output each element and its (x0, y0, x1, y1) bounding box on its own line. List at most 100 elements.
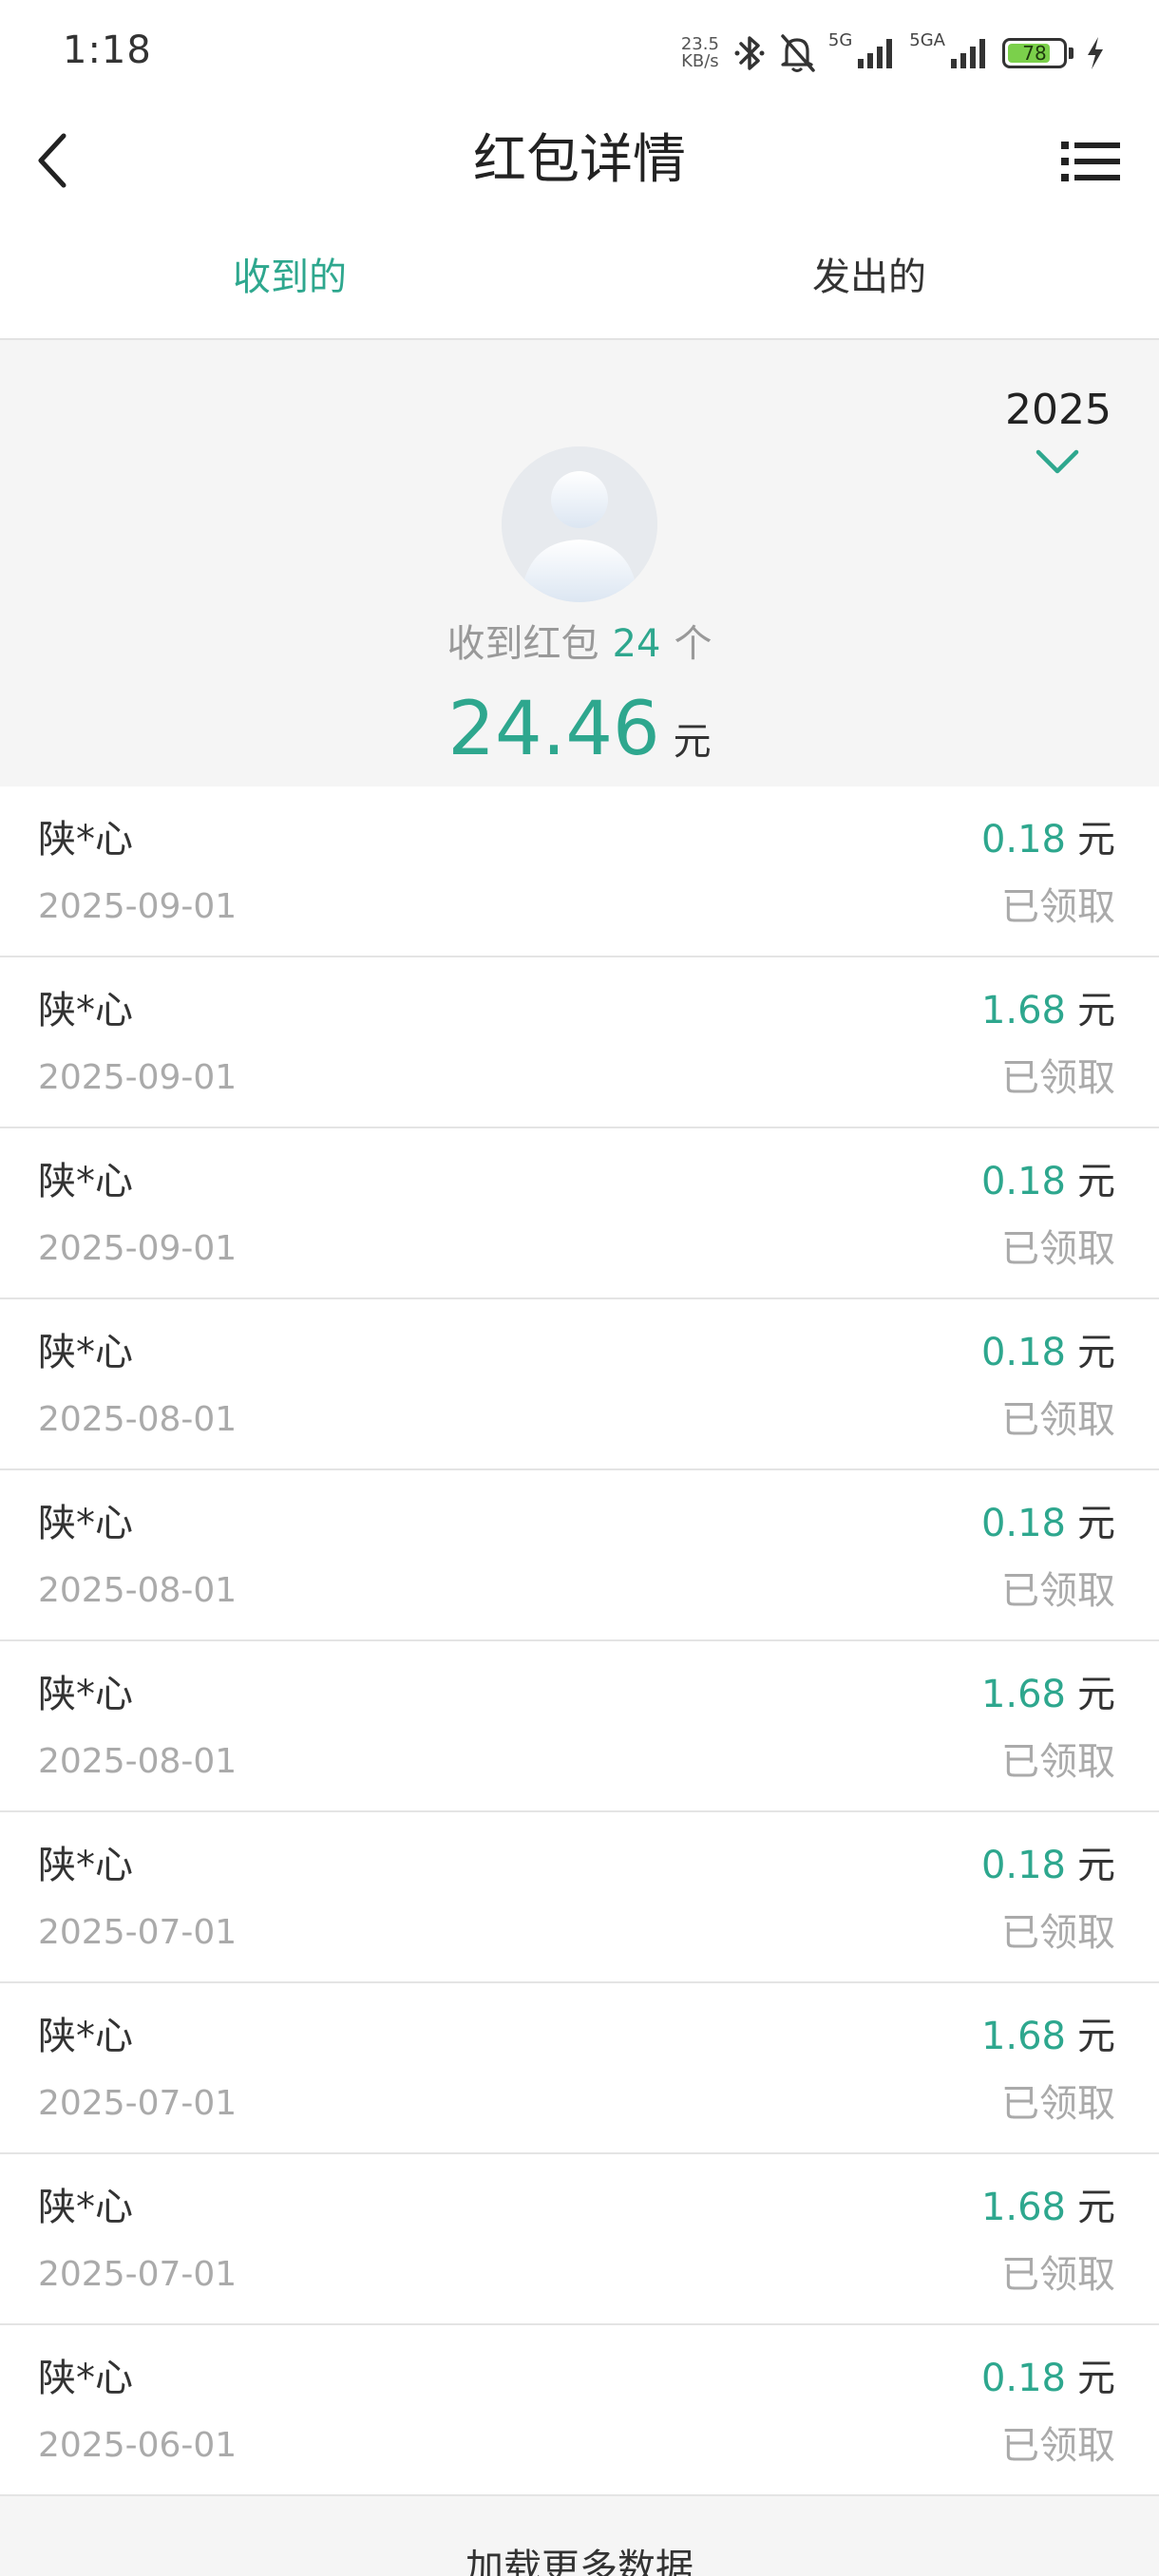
list-item[interactable]: 陕*心 2025-08-01 1.68 元 已领取 (0, 1641, 1159, 1812)
received-total-unit: 元 (673, 720, 712, 764)
record-status: 已领取 (1001, 1398, 1115, 1442)
record-date: 2025-07-01 (38, 2084, 238, 2123)
menu-button[interactable] (1060, 133, 1121, 190)
list-item[interactable]: 陕*心 2025-08-01 0.18 元 已领取 (0, 1299, 1159, 1470)
amount-value: 0.18 (980, 1160, 1066, 1203)
record-amount: 0.18 元 (981, 1497, 1115, 1558)
record-amount: 0.18 元 (981, 1155, 1115, 1216)
tab-bar: 收到的 发出的 (0, 218, 1159, 340)
record-status: 已领取 (1001, 1740, 1115, 1784)
list-item[interactable]: 陕*心 2025-08-01 0.18 元 已领取 (0, 1470, 1159, 1641)
amount-value: 0.18 (980, 1502, 1066, 1545)
received-count: 收到红包 24 个 (0, 616, 1159, 672)
amount-unit: 元 (1077, 1331, 1115, 1374)
record-date: 2025-06-01 (38, 2426, 238, 2465)
list-item[interactable]: 陕*心 2025-09-01 0.18 元 已领取 (0, 786, 1159, 957)
record-status: 已领取 (1001, 1227, 1115, 1271)
list-item[interactable]: 陕*心 2025-07-01 0.18 元 已领取 (0, 1812, 1159, 1983)
tab-sent[interactable]: 发出的 (580, 218, 1159, 338)
amount-value: 1.68 (980, 989, 1066, 1032)
list-item[interactable]: 陕*心 2025-09-01 0.18 元 已领取 (0, 1128, 1159, 1299)
record-date: 2025-09-01 (38, 1229, 238, 1268)
record-amount: 1.68 元 (981, 984, 1115, 1045)
list-menu-icon (1061, 142, 1120, 181)
amount-unit: 元 (1077, 2015, 1115, 2058)
amount-value: 0.18 (980, 1331, 1066, 1374)
list-item[interactable]: 陕*心 2025-09-01 1.68 元 已领取 (0, 957, 1159, 1128)
amount-unit: 元 (1077, 2186, 1115, 2229)
record-amount: 1.68 元 (981, 2010, 1115, 2071)
record-status: 已领取 (1001, 1056, 1115, 1100)
record-amount: 1.68 元 (981, 2181, 1115, 2242)
status-icons: 23.5 KB/s 5G 5GA 78 (678, 28, 1106, 78)
sim2-label: 5GA (909, 30, 945, 50)
signal-icon (858, 39, 893, 68)
record-amount: 1.68 元 (981, 1668, 1115, 1729)
record-amount: 0.18 元 (981, 1326, 1115, 1387)
sender-name: 陕*心 (38, 1673, 133, 1716)
amount-value: 0.18 (980, 818, 1066, 862)
year-selector[interactable]: 2025 (1005, 386, 1112, 477)
received-total: 24.46 元 (0, 684, 1159, 795)
avatar (502, 446, 657, 602)
signal-icon (951, 39, 985, 68)
default-avatar-icon (502, 446, 657, 602)
load-more-button[interactable]: 加载更多数据 (0, 2496, 1159, 2576)
sender-name: 陕*心 (38, 2186, 133, 2229)
summary-panel: 2025 收到红包 24 个 24.46 元 (0, 340, 1159, 786)
sender-name: 陕*心 (38, 818, 133, 862)
list-item[interactable]: 陕*心 2025-06-01 0.18 元 已领取 (0, 2325, 1159, 2496)
sender-name: 陕*心 (38, 1160, 133, 1203)
sim1-label: 5G (827, 30, 853, 50)
amount-unit: 元 (1077, 1160, 1115, 1203)
battery-cap (1069, 47, 1074, 59)
charging-icon (1088, 37, 1103, 69)
amount-value: 1.68 (980, 2015, 1066, 2058)
record-date: 2025-09-01 (38, 1058, 238, 1097)
record-status: 已领取 (1001, 1569, 1115, 1613)
received-total-amount: 24.46 (447, 687, 660, 772)
network-speed: 23.5 KB/s (678, 36, 722, 70)
record-list: 陕*心 2025-09-01 0.18 元 已领取 陕*心 2025-09-01 … (0, 786, 1159, 2496)
record-date: 2025-08-01 (38, 1742, 238, 1781)
sender-name: 陕*心 (38, 1331, 133, 1374)
amount-unit: 元 (1077, 1673, 1115, 1716)
amount-unit: 元 (1077, 989, 1115, 1032)
battery-level: 78 (1022, 42, 1047, 65)
network-speed-unit: KB/s (681, 51, 719, 71)
list-item[interactable]: 陕*心 2025-07-01 1.68 元 已领取 (0, 2154, 1159, 2325)
amount-value: 0.18 (980, 1844, 1066, 1887)
status-bar: 1:18 23.5 KB/s 5G 5GA 78 (0, 0, 1159, 106)
record-date: 2025-07-01 (38, 1913, 238, 1952)
sender-name: 陕*心 (38, 1844, 133, 1887)
load-more-label: 加载更多数据 (466, 2547, 694, 2576)
nav-bar: 红包详情 (0, 106, 1159, 218)
amount-unit: 元 (1077, 1502, 1115, 1545)
record-date: 2025-08-01 (38, 1571, 238, 1610)
chevron-down-icon (1036, 449, 1079, 474)
amount-unit: 元 (1077, 2357, 1115, 2400)
record-date: 2025-07-01 (38, 2255, 238, 2294)
tab-received[interactable]: 收到的 (0, 218, 580, 338)
record-date: 2025-09-01 (38, 887, 238, 926)
record-status: 已领取 (1001, 2424, 1115, 2468)
amount-value: 1.68 (980, 1673, 1066, 1716)
amount-unit: 元 (1077, 1844, 1115, 1887)
sender-name: 陕*心 (38, 2015, 133, 2058)
list-item[interactable]: 陕*心 2025-07-01 1.68 元 已领取 (0, 1983, 1159, 2154)
received-count-value: 24 (612, 622, 661, 666)
record-amount: 0.18 元 (981, 813, 1115, 874)
record-status: 已领取 (1001, 1911, 1115, 1955)
amount-value: 0.18 (980, 2357, 1066, 2400)
sender-name: 陕*心 (38, 989, 133, 1032)
record-status: 已领取 (1001, 2253, 1115, 2297)
year-value: 2025 (1005, 386, 1112, 434)
record-status: 已领取 (1001, 2082, 1115, 2126)
bluetooth-icon (734, 36, 765, 70)
received-count-suffix: 个 (674, 622, 712, 666)
record-date: 2025-08-01 (38, 1400, 238, 1439)
page-title: 红包详情 (473, 129, 686, 191)
received-count-prefix: 收到红包 (446, 622, 599, 666)
sender-name: 陕*心 (38, 2357, 133, 2400)
status-time: 1:18 (63, 28, 152, 72)
